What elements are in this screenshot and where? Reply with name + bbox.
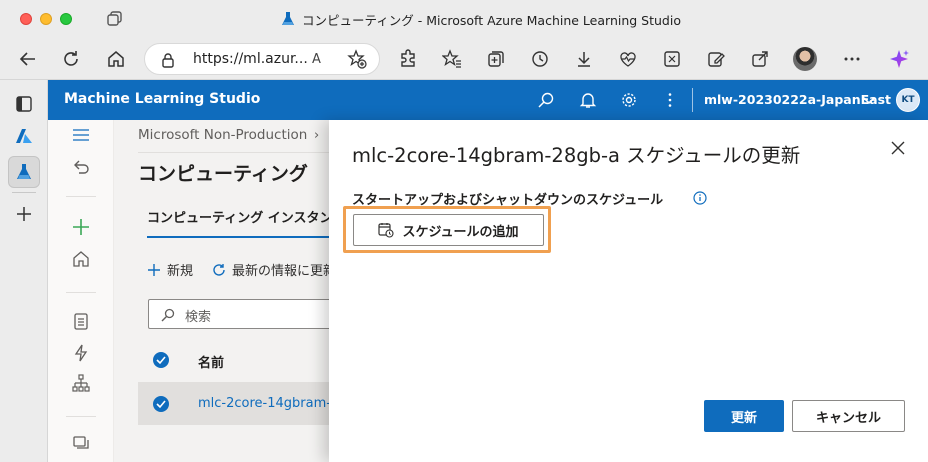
column-header-name[interactable]: 名前 xyxy=(198,352,224,371)
extensions-icon[interactable] xyxy=(396,47,420,71)
edge-sidebar xyxy=(0,80,48,462)
breadcrumb-separator: › xyxy=(314,128,320,143)
browser-toolbar: https://ml.azur... A xyxy=(0,38,928,80)
back-arrow-icon[interactable] xyxy=(70,156,92,178)
profile-icon[interactable] xyxy=(793,47,817,71)
close-icon[interactable] xyxy=(888,138,908,158)
tab-actions-icon[interactable] xyxy=(106,10,124,28)
read-aloud-icon[interactable]: A xyxy=(312,52,321,67)
collections-icon[interactable] xyxy=(484,47,508,71)
chevron-down-icon[interactable] xyxy=(862,92,876,111)
app-title[interactable]: Machine Learning Studio xyxy=(64,91,260,107)
search-input[interactable]: 検索 xyxy=(148,299,354,329)
user-avatar[interactable]: KT xyxy=(896,88,920,112)
edit-icon[interactable] xyxy=(704,47,728,71)
add-schedule-label: スケジュールの追加 xyxy=(402,224,519,240)
azure-tab-icon[interactable] xyxy=(8,120,40,152)
refresh-button[interactable]: 最新の情報に更新 xyxy=(212,260,336,279)
history-icon[interactable] xyxy=(528,47,552,71)
new-button[interactable]: 新規 xyxy=(147,260,193,279)
update-button[interactable]: 更新 xyxy=(704,400,784,432)
search-icon[interactable] xyxy=(536,90,556,110)
search-icon xyxy=(161,307,175,326)
tab-title: コンピューティング - Microsoft Azure Machine Lear… xyxy=(280,10,681,28)
maximize-window-button[interactable] xyxy=(60,13,72,25)
azure-ml-flask-icon xyxy=(282,12,294,25)
create-new-icon[interactable] xyxy=(70,216,92,238)
designer-hierarchy-icon[interactable] xyxy=(70,372,92,394)
data-assets-icon[interactable] xyxy=(70,432,92,454)
address-text[interactable]: https://ml.azur... xyxy=(193,51,308,67)
more-icon[interactable] xyxy=(840,47,864,71)
add-schedule-button[interactable]: スケジュールの追加 xyxy=(353,214,544,246)
copilot-icon[interactable] xyxy=(887,47,911,71)
search-placeholder: 検索 xyxy=(185,310,212,325)
azure-ml-tab-icon[interactable] xyxy=(8,156,40,188)
active-tab-indicator xyxy=(147,236,354,238)
notifications-icon[interactable] xyxy=(578,90,598,110)
update-schedule-panel: mlc-2core-14gbram-28gb-a スケジュールの更新 スタートア… xyxy=(329,120,928,462)
refresh-icon[interactable] xyxy=(59,47,83,71)
calendar-clock-icon xyxy=(378,223,395,238)
nav-divider xyxy=(66,416,96,417)
nav-divider xyxy=(66,196,96,197)
header-divider xyxy=(692,88,693,112)
sidebar-divider xyxy=(12,192,36,193)
minimize-window-button[interactable] xyxy=(40,13,52,25)
downloads-icon[interactable] xyxy=(572,47,596,71)
page-title: コンピューティング xyxy=(138,163,308,185)
new-button-label: 新規 xyxy=(167,264,194,279)
nav-divider xyxy=(66,292,96,293)
tabs-panel-icon[interactable] xyxy=(8,88,40,120)
compute-page: Microsoft Non-Production › コンピューティング コンピ… xyxy=(114,120,354,462)
tab-compute-instances[interactable]: コンピューティング インスタンス xyxy=(147,207,345,226)
studio-header: Machine Learning Studio mlw-20230222a-Ja… xyxy=(48,80,928,120)
panel-title: mlc-2core-14gbram-28gb-a スケジュールの更新 xyxy=(352,144,801,167)
more-options-icon[interactable] xyxy=(660,90,680,110)
favorites-icon[interactable] xyxy=(440,47,464,71)
browser-titlebar: コンピューティング - Microsoft Azure Machine Lear… xyxy=(0,0,928,38)
lock-icon[interactable] xyxy=(161,52,175,72)
tab-title-text: コンピューティング - Microsoft Azure Machine Lear… xyxy=(302,12,681,28)
back-icon[interactable] xyxy=(16,47,40,71)
table-row[interactable]: mlc-2core-14gbram-28gb-a xyxy=(138,382,354,425)
home-nav-icon[interactable] xyxy=(70,248,92,270)
row-checkbox[interactable] xyxy=(152,395,170,417)
new-tab-icon[interactable] xyxy=(8,198,40,230)
screenshot-icon[interactable] xyxy=(660,47,684,71)
refresh-icon xyxy=(213,263,225,276)
plus-icon xyxy=(148,263,160,276)
performance-icon[interactable] xyxy=(616,47,640,71)
breadcrumb-divider xyxy=(138,152,354,153)
close-window-button[interactable] xyxy=(20,13,32,25)
share-icon[interactable] xyxy=(748,47,772,71)
select-all-checkbox[interactable] xyxy=(152,351,170,373)
favorite-add-icon[interactable] xyxy=(345,47,369,71)
breadcrumb[interactable]: Microsoft Non-Production xyxy=(138,127,307,143)
cancel-button[interactable]: キャンセル xyxy=(792,400,905,432)
studio-left-nav xyxy=(48,120,114,462)
automl-lightning-icon[interactable] xyxy=(70,342,92,364)
hamburger-menu-icon[interactable] xyxy=(70,124,92,146)
info-icon[interactable] xyxy=(693,190,707,209)
settings-gear-icon[interactable] xyxy=(619,90,639,110)
refresh-button-label: 最新の情報に更新 xyxy=(232,264,337,279)
jobs-clipboard-icon[interactable] xyxy=(70,310,92,332)
home-icon[interactable] xyxy=(104,47,128,71)
